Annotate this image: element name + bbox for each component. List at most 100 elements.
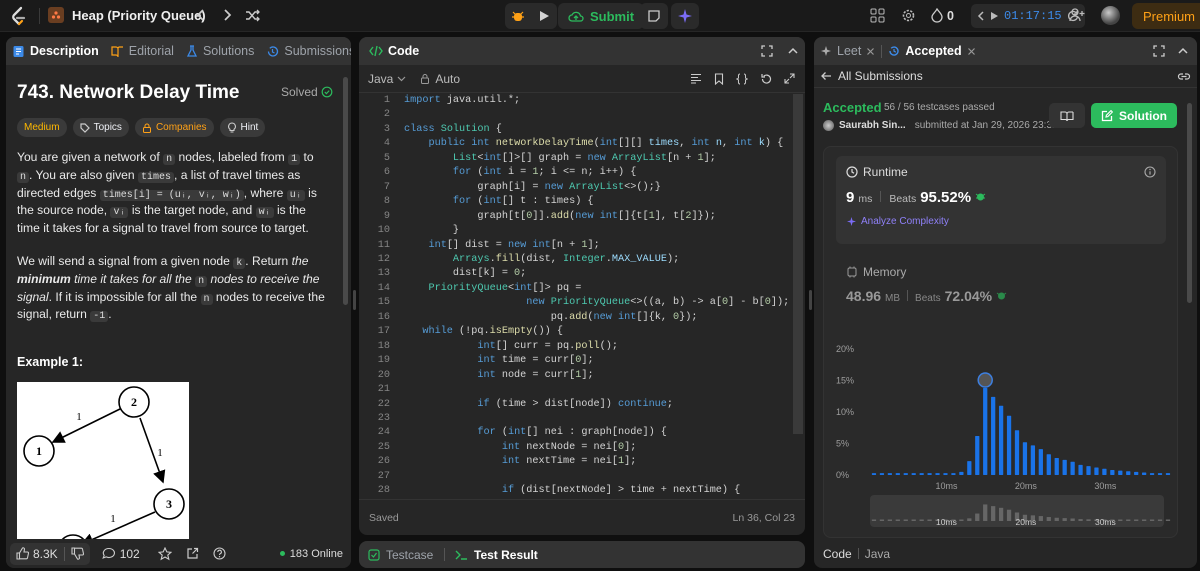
code-section-label: Code bbox=[823, 546, 852, 561]
ai-sparkle-icon[interactable] bbox=[671, 3, 699, 29]
line-number: 1 bbox=[383, 95, 390, 106]
problem-list-icon bbox=[48, 7, 64, 23]
line-number: 18 bbox=[377, 340, 390, 352]
terminal-icon bbox=[455, 550, 467, 560]
tab-solutions[interactable]: Solutions bbox=[180, 37, 260, 65]
tab-submissions[interactable]: Submissions bbox=[260, 37, 351, 65]
runtime-box[interactable]: Runtime 9 ms Beats 95.52% Analyze Comple… bbox=[836, 156, 1166, 244]
description-scrollbar[interactable] bbox=[343, 77, 348, 305]
layout-icon[interactable] bbox=[870, 8, 885, 23]
chart-bar bbox=[1038, 449, 1043, 475]
hint-tag[interactable]: Hint bbox=[219, 118, 266, 137]
checkbox-icon bbox=[368, 548, 380, 561]
overview-bar bbox=[1046, 517, 1051, 521]
book-icon bbox=[111, 45, 123, 57]
submit-button[interactable]: Submit bbox=[558, 3, 645, 29]
fullscreen-icon[interactable] bbox=[784, 73, 795, 84]
timer-widget[interactable]: 01:17:15 bbox=[971, 4, 1085, 28]
info-icon[interactable] bbox=[1144, 166, 1156, 178]
topics-tag[interactable]: Topics bbox=[72, 118, 129, 137]
next-problem-icon[interactable] bbox=[222, 8, 232, 22]
tab-description[interactable]: Description bbox=[6, 37, 105, 65]
tab-test-result[interactable]: Test Result bbox=[455, 541, 538, 568]
submission-panel: Leet Accepted All Submissions Accepted 5… bbox=[814, 37, 1197, 568]
overview-bar bbox=[983, 504, 988, 521]
editorial-button[interactable] bbox=[1049, 103, 1085, 128]
x-tick-label: 20ms bbox=[1015, 481, 1038, 491]
tab-leet[interactable]: Leet bbox=[814, 37, 881, 65]
line-number: 6 bbox=[383, 167, 390, 179]
bookmark-icon[interactable] bbox=[714, 72, 724, 85]
overview-bar bbox=[1038, 516, 1043, 521]
back-to-submissions[interactable]: All Submissions bbox=[814, 65, 1197, 88]
problem-list-button[interactable]: Heap (Priority Queue) bbox=[48, 7, 206, 23]
chart-bar bbox=[1149, 473, 1155, 475]
overview-bar bbox=[911, 519, 916, 521]
maximize-icon[interactable] bbox=[1153, 45, 1165, 57]
settings-gear-icon[interactable] bbox=[901, 8, 916, 23]
language-label: Java bbox=[368, 71, 394, 86]
link-icon[interactable] bbox=[1177, 71, 1191, 82]
memory-stats: 48.96 MB Beats 72.04% bbox=[846, 288, 1007, 304]
help-icon[interactable] bbox=[213, 547, 226, 560]
favorite-star-icon[interactable] bbox=[157, 546, 172, 561]
y-tick-label: 0% bbox=[836, 470, 849, 480]
tab-editorial[interactable]: Editorial bbox=[105, 37, 180, 65]
memory-beats-label: Beats bbox=[915, 293, 941, 304]
leetcode-logo[interactable] bbox=[10, 6, 28, 26]
close-icon[interactable] bbox=[866, 47, 875, 56]
braces-icon[interactable] bbox=[736, 73, 748, 85]
comments-button[interactable]: 102 bbox=[101, 547, 140, 561]
clock-icon bbox=[846, 166, 858, 178]
difficulty-badge: Medium bbox=[17, 118, 67, 137]
line-number: 24 bbox=[377, 427, 390, 439]
code-tab[interactable]: Code bbox=[359, 37, 425, 65]
submission-scrollbar[interactable] bbox=[1187, 103, 1192, 303]
chart-bar bbox=[1165, 473, 1171, 475]
tab-accepted[interactable]: Accepted bbox=[882, 37, 981, 65]
chart-bar bbox=[1118, 470, 1123, 475]
tab-testcase[interactable]: Testcase bbox=[368, 541, 433, 568]
chart-bar bbox=[871, 473, 877, 475]
maximize-icon[interactable] bbox=[761, 45, 773, 57]
note-icon[interactable] bbox=[640, 3, 668, 29]
code-editor[interactable]: 1 2 3 4 5 6 7 8 9 10 11 12 13 14 15 16 17 18 19 20 21 22 23 24 2… bbox=[359, 94, 793, 497]
avatar[interactable] bbox=[1101, 6, 1120, 25]
runtime-distribution-chart[interactable]: 20% 15% 10% 5% 0% 10ms 20ms 30ms 10ms 20ms 30ms bbox=[832, 337, 1172, 532]
prev-problem-icon[interactable] bbox=[196, 8, 206, 22]
line-number: 28 bbox=[377, 485, 390, 497]
auto-mode[interactable]: Auto bbox=[420, 72, 460, 86]
code-scrollbar[interactable] bbox=[793, 94, 803, 434]
like-button[interactable]: 8.3K bbox=[10, 547, 64, 561]
solution-button[interactable]: Solution bbox=[1091, 103, 1177, 128]
tab-test-result-label: Test Result bbox=[474, 547, 538, 562]
collapse-chevron-icon[interactable] bbox=[787, 45, 799, 57]
problem-paragraph-2: We will send a signal from a given node … bbox=[17, 254, 325, 323]
right-splitter-handle[interactable] bbox=[809, 290, 812, 310]
left-splitter-handle[interactable] bbox=[353, 290, 356, 310]
online-count: 183 Online bbox=[289, 547, 343, 560]
format-icon[interactable] bbox=[690, 73, 702, 84]
companies-tag[interactable]: Companies bbox=[134, 118, 214, 137]
premium-button[interactable]: Premium bbox=[1132, 3, 1200, 29]
reset-icon[interactable] bbox=[760, 73, 772, 85]
share-icon[interactable] bbox=[186, 547, 199, 560]
submitter-avatar bbox=[823, 120, 834, 131]
shuffle-icon[interactable] bbox=[245, 8, 261, 22]
line-number: 13 bbox=[377, 268, 390, 280]
chart-bar bbox=[927, 473, 932, 475]
collapse-chevron-icon[interactable] bbox=[1177, 45, 1189, 57]
debug-icon[interactable] bbox=[505, 3, 531, 29]
analyze-complexity-link[interactable]: Analyze Complexity bbox=[846, 216, 949, 227]
overview-bar bbox=[1126, 519, 1131, 521]
overview-bar bbox=[903, 519, 908, 521]
close-icon[interactable] bbox=[967, 47, 976, 56]
streak-counter[interactable]: 0 bbox=[931, 8, 954, 23]
submitter-name[interactable]: Saurabh Sin... bbox=[839, 120, 906, 131]
language-select[interactable]: Java bbox=[368, 72, 406, 86]
memory-header[interactable]: Memory bbox=[846, 265, 906, 279]
dislike-button[interactable] bbox=[65, 547, 90, 560]
run-icon[interactable] bbox=[531, 3, 557, 29]
thumbs-down-icon bbox=[71, 547, 84, 560]
add-friend-icon[interactable] bbox=[1069, 8, 1085, 22]
